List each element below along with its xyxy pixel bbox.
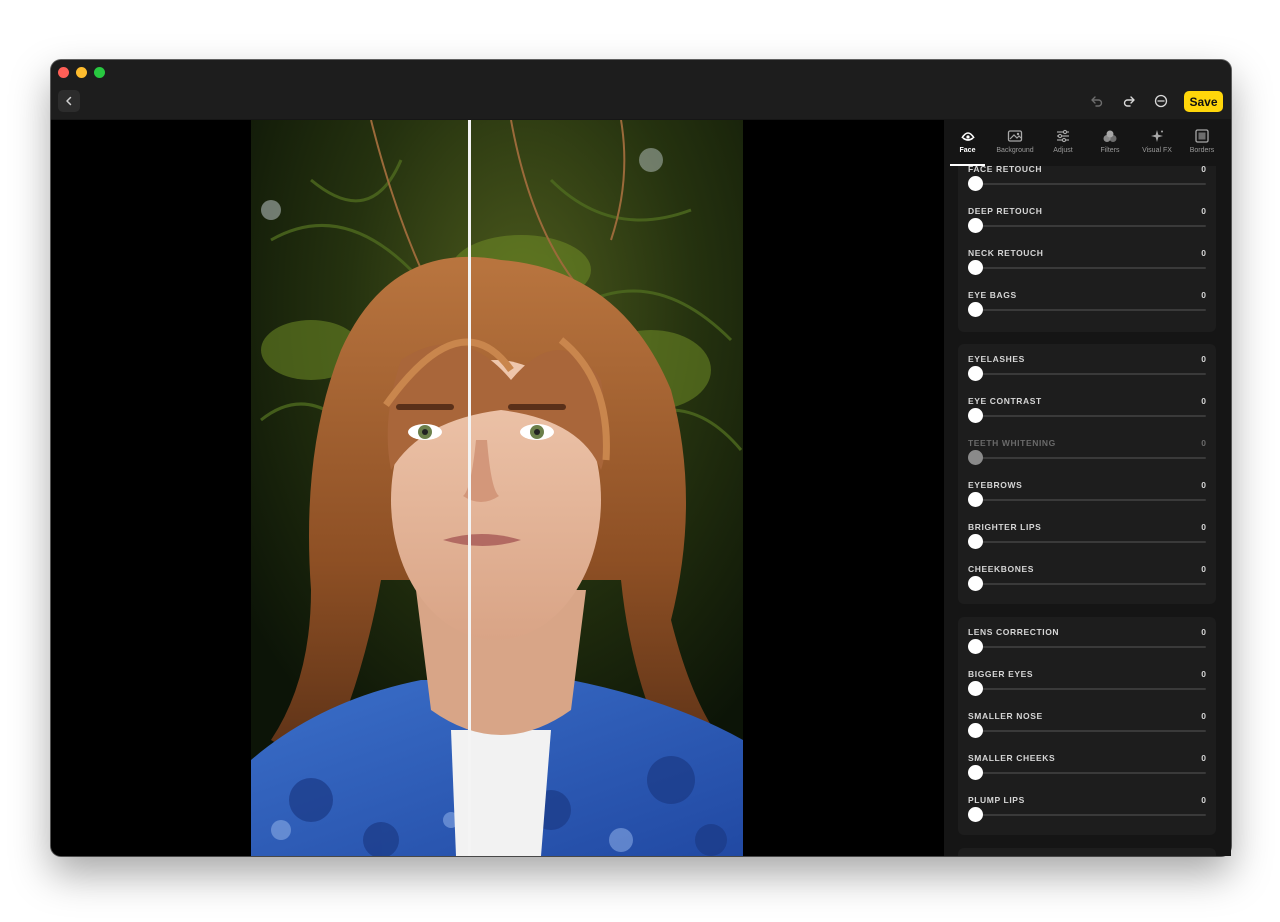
filters-icon [1101, 128, 1119, 144]
zoom-window-button[interactable] [94, 67, 105, 78]
tab-face-top[interactable]: Face [950, 128, 985, 164]
save-button[interactable]: Save [1184, 91, 1223, 112]
tab-adjust-top[interactable]: Adjust [1040, 128, 1086, 164]
sparkle-icon [1148, 128, 1166, 144]
undo-button[interactable] [1087, 91, 1107, 111]
tab-visual-fx-top[interactable]: Visual FX [1134, 128, 1180, 164]
tab-borders-top[interactable]: Borders [1182, 128, 1222, 164]
photo-preview[interactable] [251, 120, 743, 856]
border-icon [1193, 128, 1211, 144]
redo-icon [1123, 96, 1135, 107]
sliders-icon [1054, 128, 1072, 144]
compare-icon [1154, 94, 1168, 108]
compare-button[interactable] [1151, 91, 1171, 111]
app-window: Save FACE RETOUCH 0 [51, 60, 1231, 856]
portrait-photo [251, 120, 743, 856]
title-bar [51, 60, 1231, 84]
close-window-button[interactable] [58, 67, 69, 78]
toolbar: Save [51, 84, 1231, 120]
adjustments-sidebar: Face Background Adjust Filters [944, 120, 1231, 856]
back-button[interactable] [58, 90, 80, 112]
tab-background-top[interactable]: Background [992, 128, 1038, 164]
tab-filters-top[interactable]: Filters [1087, 128, 1133, 164]
image-icon [1006, 128, 1024, 144]
undo-icon [1091, 96, 1103, 107]
tool-tab-bar: Face Background Adjust Filters Visual FX [944, 120, 1231, 166]
photo-canvas [51, 120, 944, 856]
compare-divider-handle[interactable] [468, 120, 471, 856]
face-icon [959, 128, 977, 144]
redo-button[interactable] [1119, 91, 1139, 111]
chevron-left-icon [66, 96, 72, 106]
minimize-window-button[interactable] [76, 67, 87, 78]
active-tab-indicator [950, 164, 985, 166]
